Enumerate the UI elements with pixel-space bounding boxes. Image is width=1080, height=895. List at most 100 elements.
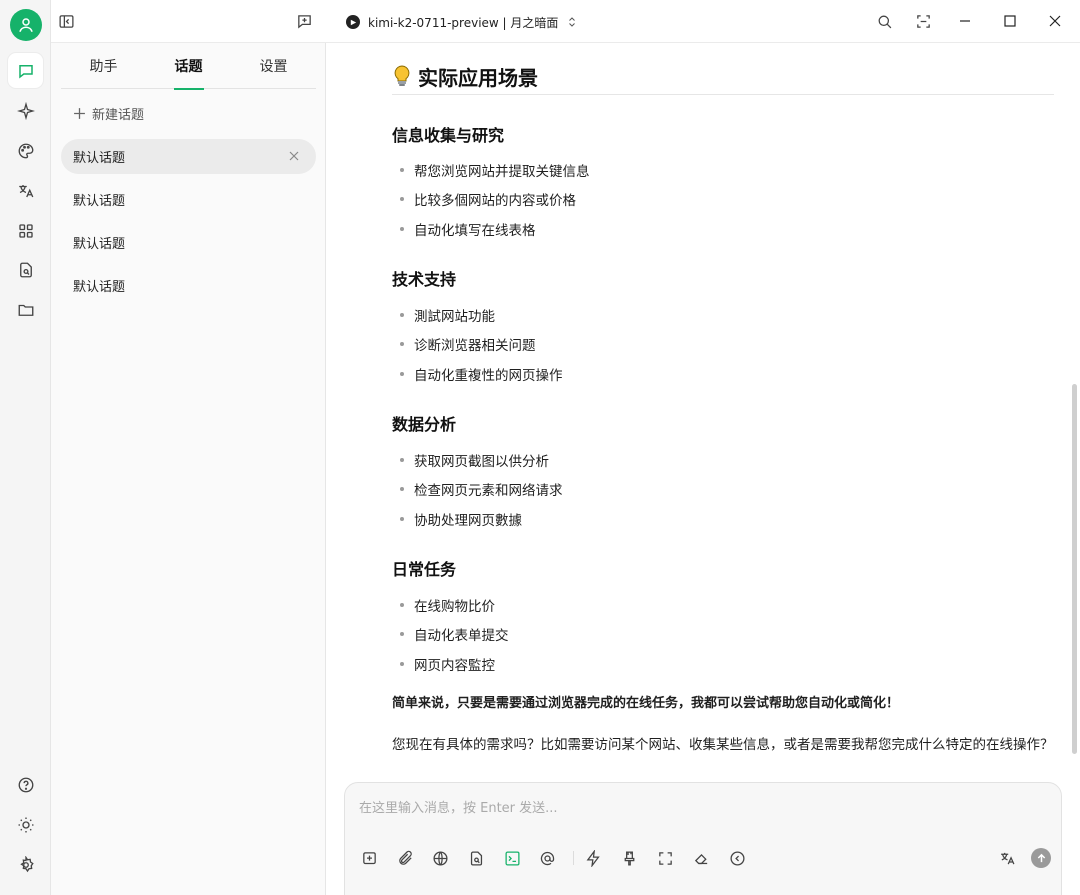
topic-item[interactable]: 默认话题	[61, 225, 316, 260]
list-item: 获取网页截图以供分析	[392, 450, 549, 470]
gear-icon	[19, 855, 34, 872]
folder-icon	[18, 304, 33, 316]
heading-divider	[392, 94, 1054, 95]
app-window: kimi-k2-0711-preview | 月之暗面 助手 话题 设置 新建话…	[0, 0, 1080, 895]
section-title: 信息收集与研究	[392, 126, 505, 145]
expand-icon	[916, 14, 930, 28]
list-item: 协助处理网页數據	[392, 509, 522, 529]
topic-item[interactable]: 默认话题	[61, 182, 316, 217]
user-icon	[19, 18, 33, 32]
new-chat-button[interactable]	[294, 11, 314, 31]
clear-context-button[interactable]	[618, 847, 640, 869]
delete-topic-button[interactable]	[286, 148, 302, 164]
user-avatar[interactable]	[10, 9, 42, 41]
screenshot-button[interactable]	[913, 11, 933, 31]
content-scrollbar[interactable]	[1072, 384, 1077, 754]
tab-topics[interactable]: 话题	[146, 43, 231, 90]
new-topic-tool-button[interactable]	[358, 847, 380, 869]
help-icon	[18, 777, 33, 792]
search-button[interactable]	[874, 11, 894, 31]
list-item: 測試网站功能	[392, 305, 495, 325]
fullscreen-button[interactable]	[654, 847, 676, 869]
window-close-button[interactable]	[1044, 10, 1066, 32]
list-item: 检查网页元素和网络请求	[392, 479, 563, 499]
window-maximize-button[interactable]	[999, 10, 1021, 32]
web-search-button[interactable]	[429, 847, 451, 869]
rail-chat-button[interactable]	[8, 53, 43, 88]
new-chat-icon	[362, 851, 376, 864]
mcp-tools-button[interactable]	[501, 847, 523, 869]
sun-icon	[18, 817, 33, 832]
section-title: 日常任务	[392, 560, 457, 579]
toggle-sidebar-button[interactable]	[56, 11, 76, 31]
top-bar: kimi-k2-0711-preview | 月之暗面	[51, 0, 1080, 43]
nav-rail	[0, 0, 51, 895]
list-item: 自动化表单提交	[392, 624, 509, 644]
rail-help-button[interactable]	[8, 767, 43, 802]
topic-label: 默认话题	[73, 280, 126, 295]
topic-label: 默认话题	[73, 194, 126, 209]
rail-knowledge-button[interactable]	[8, 252, 43, 287]
list-item: 在线购物比价	[392, 595, 495, 615]
at-sign-icon	[540, 851, 554, 865]
tab-assistant[interactable]: 助手	[61, 43, 146, 89]
list-item: 帮您浏览网站并提取关键信息	[392, 160, 590, 180]
palette-icon	[18, 143, 33, 158]
lightning-icon	[586, 849, 600, 867]
close-icon	[289, 151, 299, 161]
model-selector[interactable]: kimi-k2-0711-preview | 月之暗面	[346, 12, 578, 32]
topic-item[interactable]: 默认话题	[61, 268, 316, 303]
translate-icon	[18, 184, 33, 197]
arrow-up-icon	[1037, 853, 1045, 862]
terminal-icon	[504, 850, 520, 866]
translate-input-button[interactable]	[996, 847, 1018, 869]
chevron-updown-icon	[569, 17, 576, 27]
rail-apps-button[interactable]	[8, 213, 43, 248]
rail-files-button[interactable]	[8, 292, 43, 327]
clear-input-button[interactable]	[690, 847, 712, 869]
chat-icon	[18, 64, 33, 79]
topic-label: 默认话题	[73, 237, 126, 252]
rail-translate-button[interactable]	[8, 173, 43, 208]
rail-theme-button[interactable]	[8, 807, 43, 842]
search-icon	[878, 15, 891, 28]
list-item: 比较多個网站的内容或价格	[392, 189, 576, 209]
brush-icon	[624, 850, 634, 866]
topic-item[interactable]: 默认话题	[61, 139, 316, 174]
paperclip-icon	[398, 850, 412, 865]
message-input[interactable]	[359, 797, 1039, 837]
model-logo-icon	[346, 15, 360, 29]
chat-main: 实际应用场景 信息收集与研究 帮您浏览网站并提取关键信息 比较多個网站的内容或价…	[326, 43, 1080, 895]
list-item: 网页内容監控	[392, 654, 495, 674]
mention-button[interactable]	[536, 847, 558, 869]
rail-paint-button[interactable]	[8, 133, 43, 168]
eraser-icon	[694, 853, 707, 864]
new-topic-button[interactable]: 新建话题	[73, 103, 144, 123]
knowledge-base-button[interactable]	[465, 847, 487, 869]
topics-sidebar: 助手 话题 设置 新建话题 默认话题 默认话题 默认话题 默认话题	[51, 43, 326, 895]
rail-assistant-button[interactable]	[8, 93, 43, 128]
window-minimize-button[interactable]	[954, 10, 976, 32]
quick-phrases-button[interactable]	[582, 847, 604, 869]
question-text: 您现在有具体的需求吗？比如需要访问某个网站、收集某些信息，或者是需要我帮您完成什…	[392, 737, 1054, 753]
section-title: 数据分析	[392, 415, 457, 434]
globe-icon	[432, 850, 448, 866]
document-search-icon	[19, 262, 32, 277]
grid-icon	[18, 223, 33, 238]
plus-icon	[74, 107, 85, 119]
section-heading: 实际应用场景	[392, 61, 538, 91]
list-item: 自动化重複性的网页操作	[392, 364, 563, 384]
translate-icon	[1000, 852, 1014, 864]
list-item: 诊断浏览器相关问题	[392, 334, 536, 354]
collapse-toolbar-button[interactable]	[726, 847, 748, 869]
attach-button[interactable]	[394, 847, 416, 869]
document-search-icon	[470, 850, 482, 866]
sidebar-collapse-icon	[58, 14, 74, 28]
summary-text: 简单来说，只要是需要通过浏览器完成的在线任务，我都可以尝试帮助您自动化或简化！	[392, 696, 900, 711]
section-title: 技术支持	[392, 270, 457, 289]
rail-settings-button[interactable]	[8, 847, 43, 882]
chevron-left-icon	[729, 850, 745, 866]
tab-settings[interactable]: 设置	[231, 43, 316, 89]
lightbulb-icon	[394, 65, 410, 86]
send-button[interactable]	[1031, 848, 1051, 868]
